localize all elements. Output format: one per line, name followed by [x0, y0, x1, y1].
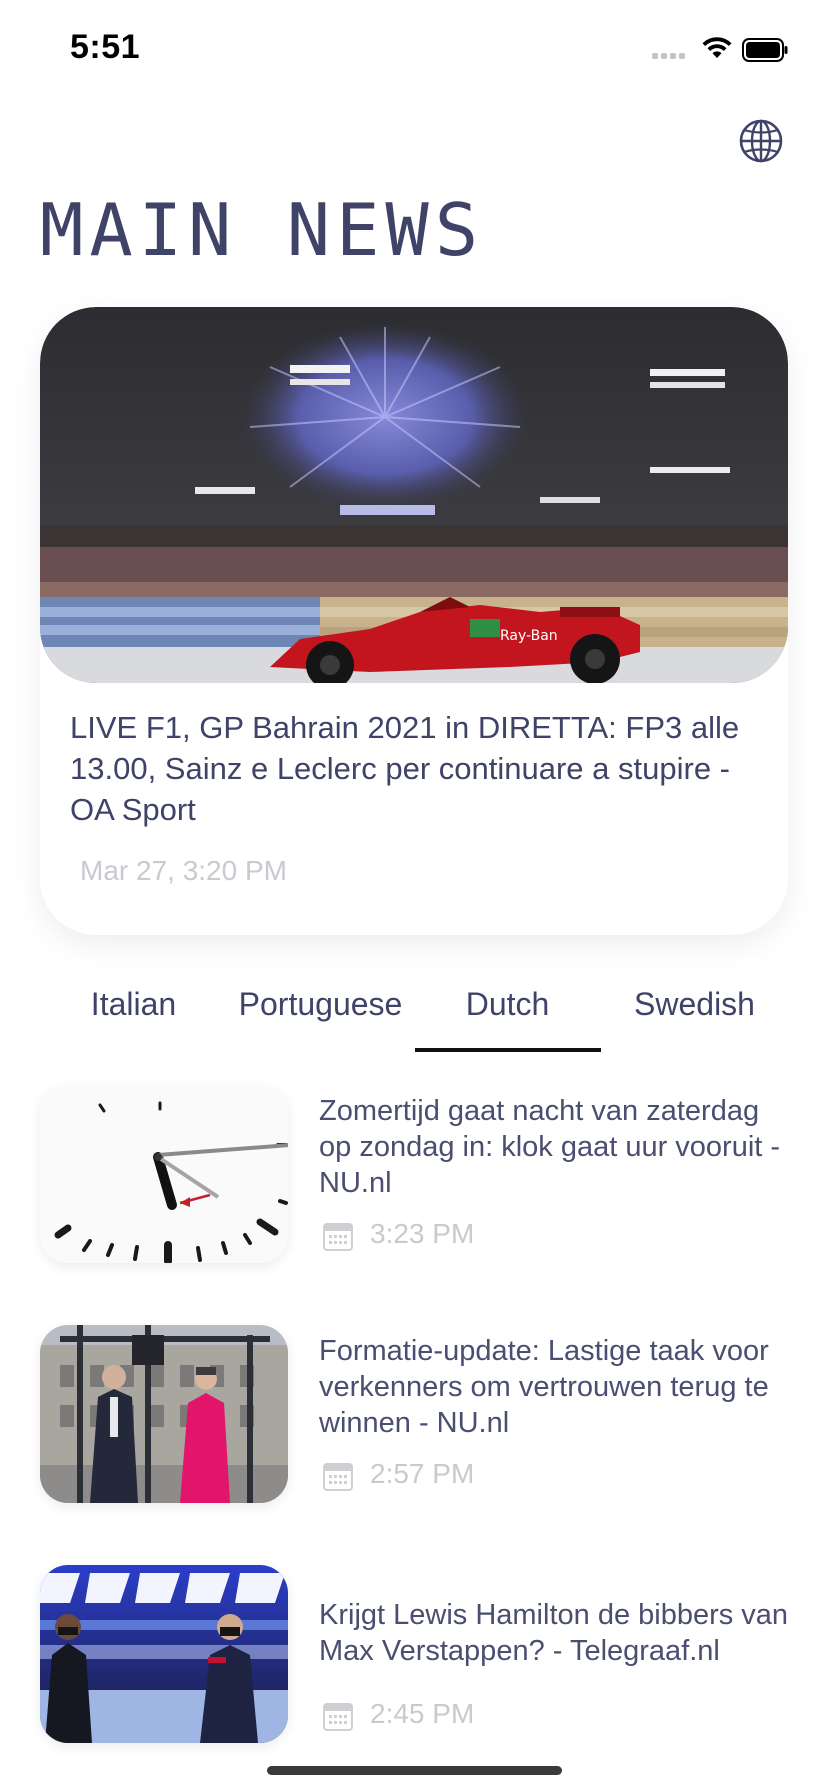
status-bar: 5:51 — [0, 0, 828, 100]
featured-news-headline: LIVE F1, GP Bahrain 2021 in DIRETTA: FP3… — [70, 710, 740, 827]
globe-icon[interactable] — [738, 118, 784, 164]
cellular-signal-icon — [652, 53, 692, 61]
battery-icon — [742, 38, 788, 62]
news-item[interactable]: Krijgt Lewis Hamilton de bibbers van Max… — [40, 1565, 800, 1745]
tab-italian[interactable]: Italian — [40, 960, 227, 1055]
news-thumbnail — [40, 1325, 288, 1503]
news-item[interactable]: Formatie-update: Lastige taak voor verke… — [40, 1325, 800, 1505]
selected-tab-indicator — [415, 1048, 601, 1052]
wifi-icon — [702, 37, 732, 58]
status-time: 5:51 — [70, 28, 141, 66]
news-thumbnail — [40, 1565, 288, 1743]
featured-news-image: Ray-Ban — [40, 307, 788, 683]
featured-news-card[interactable]: Ray-Ban LIVE F1, GP Bahrain 2021 in DIRE… — [40, 307, 788, 935]
news-item[interactable]: Zomertijd gaat nacht van zaterdag op zon… — [40, 1085, 800, 1265]
calendar-icon — [323, 1223, 353, 1251]
news-title: Krijgt Lewis Hamilton de bibbers van Max… — [319, 1599, 789, 1667]
calendar-icon — [323, 1463, 353, 1491]
calendar-icon — [323, 1703, 353, 1731]
news-time: 3:23 PM — [370, 1218, 475, 1249]
tab-dutch[interactable]: Dutch — [414, 960, 601, 1055]
news-title: Formatie-update: Lastige taak voor verke… — [319, 1335, 769, 1439]
news-time: 2:45 PM — [370, 1698, 475, 1729]
news-time: 2:57 PM — [370, 1458, 475, 1489]
tab-swedish[interactable]: Swedish — [601, 960, 788, 1055]
news-title: Zomertijd gaat nacht van zaterdag op zon… — [319, 1095, 781, 1199]
svg-text:Ray-Ban: Ray-Ban — [500, 628, 558, 644]
news-thumbnail — [40, 1085, 288, 1263]
home-indicator[interactable] — [267, 1766, 562, 1775]
page-title: MAIN NEWS — [40, 188, 485, 272]
featured-news-date: Mar 27, 3:20 PM — [80, 855, 287, 886]
tab-portuguese[interactable]: Portuguese — [227, 960, 414, 1055]
language-tabs: Italian Portuguese Dutch Swedish — [40, 960, 788, 1055]
